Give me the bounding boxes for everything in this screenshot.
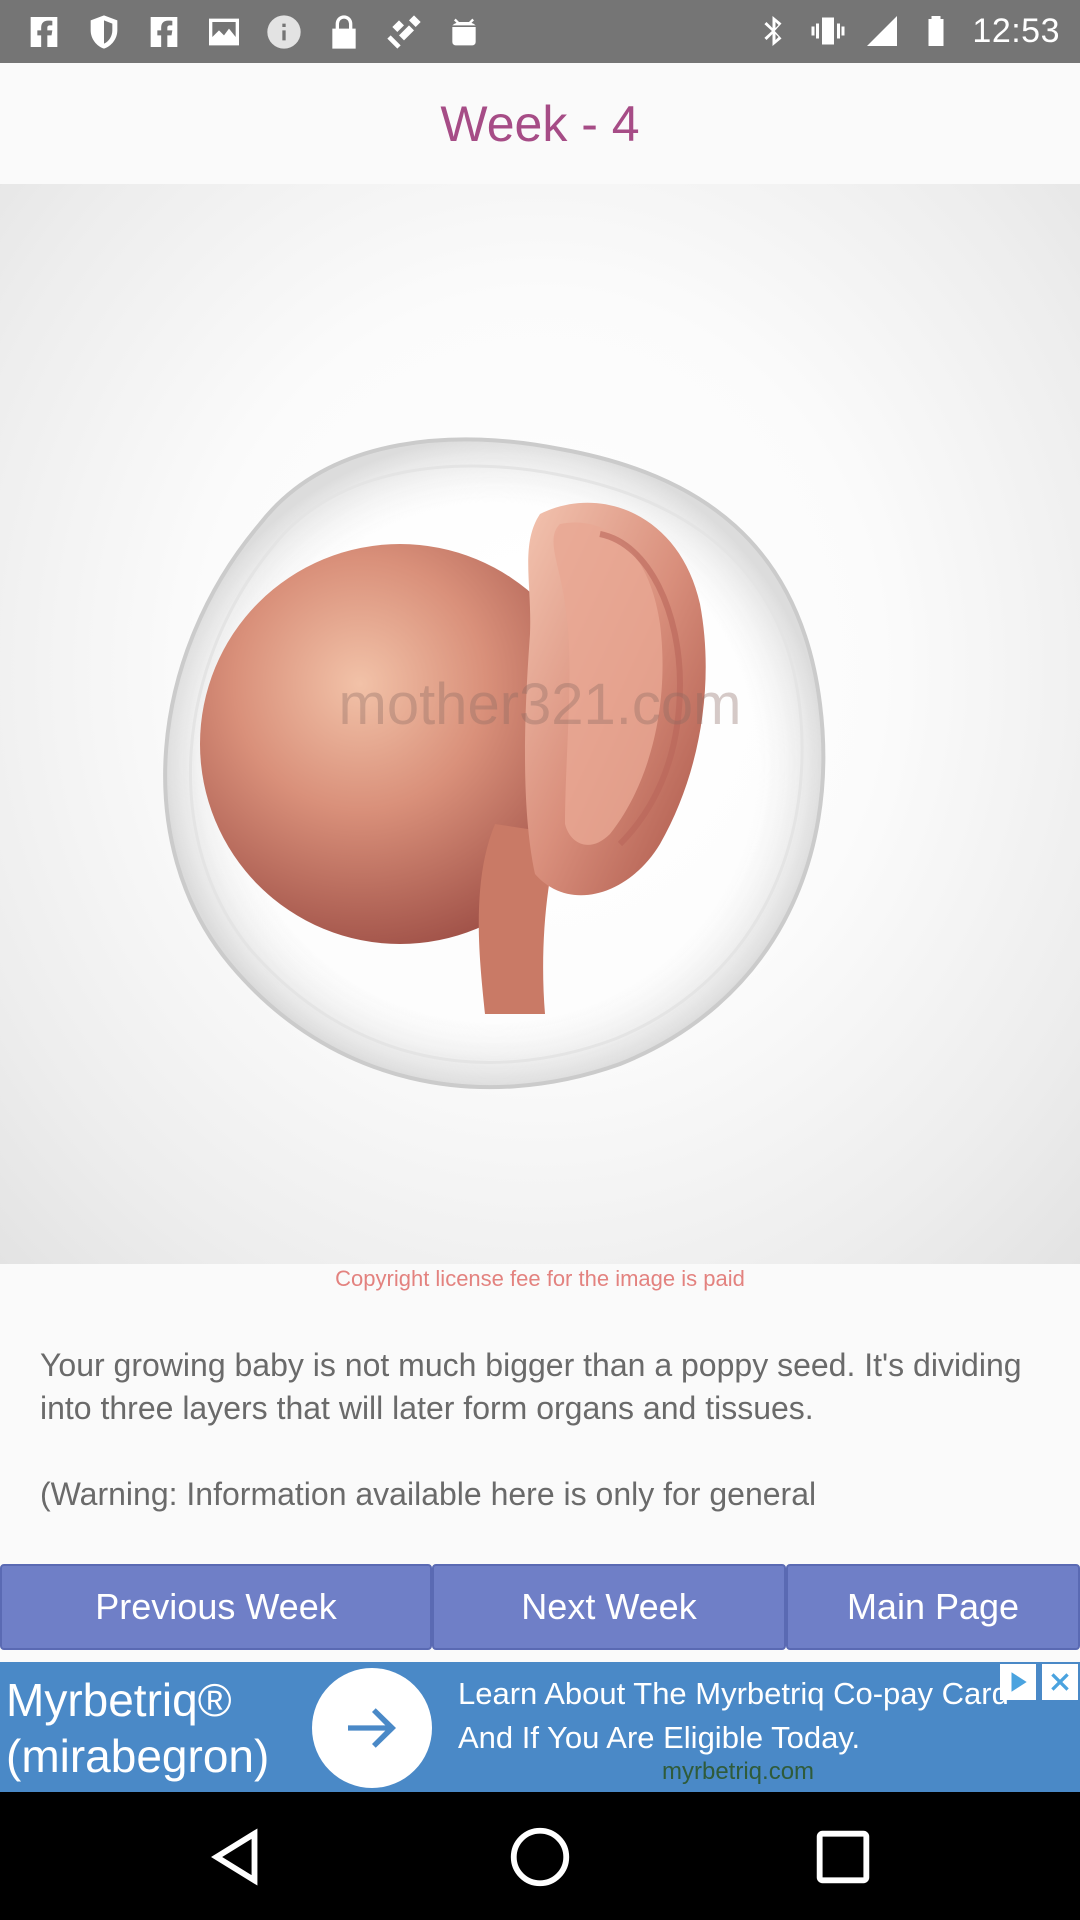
system-navigation-bar — [0, 1792, 1080, 1920]
page-title: Week - 4 — [440, 95, 640, 152]
close-icon — [1051, 1673, 1069, 1691]
copyright-note: Copyright license fee for the image is p… — [335, 1266, 745, 1291]
facebook-icon — [150, 17, 178, 47]
bluetooth-icon — [764, 16, 782, 46]
back-icon — [211, 1828, 258, 1886]
image-watermark: mother321.com — [339, 672, 742, 737]
previous-week-button[interactable]: Previous Week — [0, 1564, 432, 1650]
vibrate-icon — [811, 17, 845, 45]
recents-icon — [816, 1830, 870, 1884]
ad-domain[interactable]: myrbetriq.com — [662, 1758, 814, 1786]
notification-icons — [24, 10, 484, 54]
main-page-button[interactable]: Main Page — [786, 1564, 1080, 1650]
description-paragraph: Your growing baby is not much bigger tha… — [40, 1347, 1022, 1426]
page-header: Week - 4 — [0, 63, 1080, 184]
embryo-image: mother321.com — [163, 437, 826, 1090]
ad-brand-generic: (mirabegron) — [6, 1730, 270, 1782]
facebook-icon — [30, 17, 58, 47]
info-icon — [267, 15, 301, 49]
ad-choices-icon — [1011, 1672, 1027, 1692]
ad-choices-button[interactable] — [1000, 1664, 1036, 1700]
arrow-right-icon — [348, 1708, 396, 1748]
clock: 12:53 — [972, 11, 1060, 50]
photo-icon — [209, 18, 239, 46]
home-icon — [510, 1827, 570, 1887]
battery-icon — [928, 16, 944, 46]
ad-banner[interactable]: Myrbetriq® (mirabegron) Learn About The … — [0, 1662, 1080, 1792]
ad-brand-name: Myrbetriq® — [6, 1674, 232, 1726]
back-button[interactable] — [202, 1822, 272, 1892]
ad-headline[interactable]: Learn About The Myrbetriq Co-pay Card An… — [458, 1672, 1068, 1760]
lock-icon — [332, 15, 356, 49]
week-navigation: Previous Week Next Week Main Page — [0, 1564, 1080, 1652]
system-status: 12:53 — [756, 8, 1060, 54]
next-week-button[interactable]: Next Week — [432, 1564, 786, 1650]
home-button[interactable] — [505, 1822, 575, 1892]
shield-icon — [90, 15, 118, 49]
recents-button[interactable] — [808, 1822, 878, 1892]
ad-brand[interactable]: Myrbetriq® (mirabegron) — [6, 1672, 269, 1784]
embryo-illustration: mother321.com — [0, 184, 1080, 1264]
status-bar: 12:53 — [0, 0, 1080, 63]
ad-arrow-button[interactable] — [312, 1668, 432, 1788]
signal-icon — [867, 16, 898, 46]
satellite-icon — [387, 15, 421, 49]
warning-text: (Warning: Information available here is … — [40, 1476, 817, 1512]
ad-close-button[interactable] — [1042, 1664, 1078, 1700]
week-description: Your growing baby is not much bigger tha… — [40, 1344, 1040, 1554]
android-icon — [452, 18, 476, 46]
